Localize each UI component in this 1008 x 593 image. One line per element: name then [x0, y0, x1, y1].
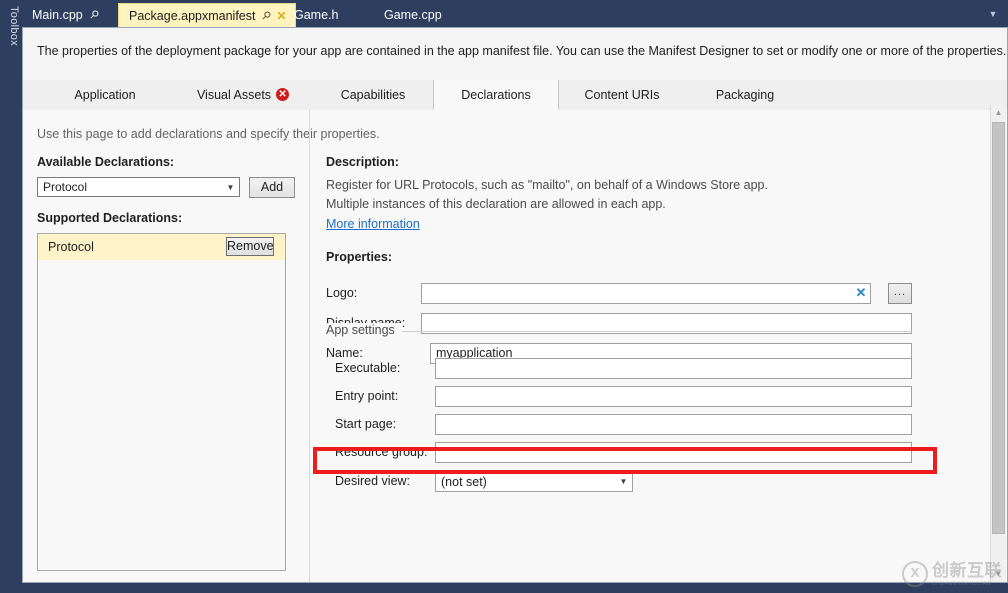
scroll-down-icon[interactable]: ▼ [991, 566, 1006, 582]
tab-label: Visual Assets [196, 88, 272, 102]
tab-capabilities[interactable]: Capabilities [313, 80, 433, 110]
designer-page-tabs: Application Visual Assets ✕ Capabilities … [23, 80, 1007, 111]
tab-label: Content URIs [584, 88, 660, 102]
properties-heading: Properties: [326, 250, 392, 264]
document-tab-label: Main.cpp [32, 8, 83, 22]
column-divider [309, 110, 310, 582]
logo-browse-button[interactable]: ... [888, 283, 912, 304]
desired-view-label: Desired view: [335, 474, 411, 488]
app-settings-group: App settings [326, 323, 912, 337]
supported-declarations-listbox[interactable]: Protocol Remove [37, 233, 286, 571]
logo-label: Logo: [326, 286, 358, 300]
chevron-down-icon[interactable]: ▼ [221, 183, 239, 192]
tab-application[interactable]: Application [37, 80, 173, 110]
toolbox-strip[interactable]: Toolbox [0, 0, 22, 593]
available-declarations-label: Available Declarations: [37, 155, 175, 169]
list-item-label: Protocol [48, 240, 94, 254]
pin-icon[interactable]: ⚲ [255, 4, 278, 27]
manifest-designer: The properties of the deployment package… [22, 27, 1008, 583]
document-tab-label: Package.appxmanifest [129, 8, 256, 23]
scroll-up-icon[interactable]: ▲ [991, 105, 1006, 121]
group-divider [326, 331, 912, 332]
error-badge-icon: ✕ [276, 88, 290, 102]
tab-declarations[interactable]: Declarations [433, 80, 559, 110]
tab-label: Packaging [715, 88, 775, 102]
start-page-input[interactable] [435, 414, 912, 435]
banner-text: The properties of the deployment package… [37, 44, 1007, 58]
tab-label: Declarations [461, 88, 531, 102]
description-line-1: Register for URL Protocols, such as "mai… [326, 178, 768, 192]
entry-point-input[interactable] [435, 386, 912, 407]
pin-icon[interactable]: ⚲ [82, 4, 105, 27]
tab-packaging[interactable]: Packaging [685, 80, 805, 110]
resource-group-input[interactable] [435, 442, 912, 463]
executable-input[interactable] [435, 358, 912, 379]
available-declarations-combobox[interactable]: Protocol ▼ [37, 177, 240, 197]
supported-declarations-label: Supported Declarations: [37, 211, 183, 225]
document-tab-strip: Main.cpp ⚲ Package.appxmanifest ⚲ ✕ Game… [22, 0, 1008, 27]
executable-row: Executable: [326, 358, 912, 380]
remove-button[interactable]: Remove [226, 237, 274, 256]
document-tab-game-cpp[interactable]: Game.cpp [374, 3, 457, 27]
document-tab-label: Game.h [294, 8, 339, 22]
list-item[interactable]: Protocol Remove [38, 234, 285, 260]
chevron-down-icon[interactable]: ▼ [986, 7, 1000, 21]
designer-banner: The properties of the deployment package… [23, 28, 1007, 80]
resource-group-label: Resource group: [335, 445, 428, 459]
document-tab-package-appxmanifest[interactable]: Package.appxmanifest ⚲ ✕ [118, 3, 296, 27]
document-tab-main-cpp[interactable]: Main.cpp ⚲ [22, 3, 112, 27]
entry-point-row: Entry point: [326, 386, 912, 408]
document-tab-label: Game.cpp [384, 8, 442, 22]
description-line-2: Multiple instances of this declaration a… [326, 197, 666, 211]
tab-label: Capabilities [340, 88, 406, 102]
vertical-scrollbar[interactable]: ▲ ▼ [990, 105, 1006, 582]
logo-input[interactable] [421, 283, 871, 304]
visual-studio-shell: Toolbox Main.cpp ⚲ Package.appxmanifest … [0, 0, 1008, 593]
toolbox-label[interactable]: Toolbox [2, 6, 20, 46]
description-heading: Description: [326, 155, 399, 169]
page-hint-text: Use this page to add declarations and sp… [37, 127, 380, 141]
tab-content-uris[interactable]: Content URIs [559, 80, 685, 110]
tab-visual-assets[interactable]: Visual Assets ✕ [173, 80, 313, 110]
tab-label: Application [74, 88, 136, 102]
more-information-link[interactable]: More information [326, 217, 420, 231]
add-button[interactable]: Add [249, 177, 295, 198]
executable-label: Executable: [335, 361, 401, 375]
entry-point-label: Entry point: [335, 389, 399, 403]
clear-x-icon[interactable]: ✕ [854, 286, 868, 300]
app-settings-legend: App settings [326, 323, 402, 337]
start-page-row: Start page: [326, 414, 912, 436]
available-declarations-value: Protocol [43, 180, 88, 194]
logo-row: Logo: ✕ ... [326, 283, 912, 305]
desired-view-value: (not set) [441, 474, 487, 489]
start-page-label: Start page: [335, 417, 397, 431]
declarations-page: Use this page to add declarations and sp… [23, 110, 1007, 582]
chevron-down-icon[interactable]: ▼ [615, 477, 632, 486]
desired-view-row: Desired view: (not set) ▼ [326, 471, 912, 493]
document-tab-game-h[interactable]: Game.h [284, 3, 353, 27]
desired-view-combobox[interactable]: (not set) ▼ [435, 471, 633, 492]
scrollbar-thumb[interactable] [992, 122, 1005, 534]
resource-group-row: Resource group: [326, 442, 912, 464]
